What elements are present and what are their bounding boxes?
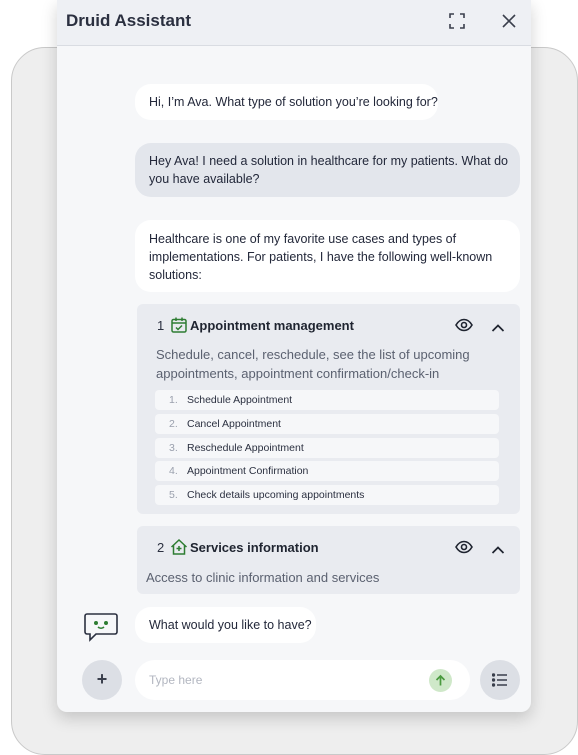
list-item-number: 5. — [169, 489, 178, 501]
list-item-label: Cancel Appointment — [187, 418, 281, 430]
list-item-label: Schedule Appointment — [187, 394, 293, 406]
list-item-number: 3. — [169, 442, 178, 454]
solution-description: Access to clinic information and service… — [146, 570, 380, 585]
solution-description: appointments, appointment confirmation/c… — [156, 366, 440, 381]
user-message: Hey Ava! I need a solution in healthcare… — [135, 143, 520, 197]
message-input[interactable] — [149, 670, 419, 690]
list-item[interactable]: 5. Check details upcoming appointments — [155, 485, 499, 505]
list-item-label: Appointment Confirmation — [187, 465, 309, 477]
eye-icon[interactable] — [455, 318, 473, 332]
message-line: Healthcare is one of my favorite use cas… — [149, 232, 457, 246]
list-item-label: Reschedule Appointment — [187, 442, 304, 454]
message-input-container — [135, 660, 470, 700]
message-line: implementations. For patients, I have th… — [149, 250, 493, 264]
add-attachment-button[interactable]: + — [82, 660, 122, 700]
bot-avatar-icon — [83, 611, 119, 643]
send-button[interactable] — [429, 669, 452, 692]
bot-message: What would you like to have? — [135, 607, 316, 643]
message-text: Hi, I’m Ava. What type of solution you’r… — [149, 95, 438, 109]
chevron-up-icon[interactable] — [491, 320, 505, 332]
chat-header: Druid Assistant — [57, 0, 531, 46]
bot-message: Hi, I’m Ava. What type of solution you’r… — [135, 84, 438, 120]
expand-icon[interactable] — [445, 9, 469, 33]
solution-description: Schedule, cancel, reschedule, see the li… — [156, 347, 470, 362]
plus-icon: + — [96, 669, 108, 689]
message-line: solutions: — [149, 268, 202, 282]
list-item[interactable]: 1. Schedule Appointment — [155, 390, 499, 410]
list-icon — [492, 673, 507, 687]
solution-card-appointment: 1 Appointment management Schedule, cance… — [137, 304, 520, 514]
chat-panel: Druid Assistant Hi, I’m Ava. What type o… — [57, 0, 531, 712]
list-item-number: 2. — [169, 418, 178, 430]
chat-title: Druid Assistant — [66, 11, 192, 30]
list-item[interactable]: 3. Reschedule Appointment — [155, 438, 499, 458]
chevron-up-icon[interactable] — [491, 542, 505, 554]
clinic-house-icon — [170, 538, 188, 556]
solution-title: Services information — [190, 540, 319, 555]
calendar-check-icon — [170, 316, 188, 334]
close-icon[interactable] — [497, 9, 521, 33]
message-line: Hey Ava! I need a solution in healthcare… — [149, 154, 509, 168]
list-item-number: 4. — [169, 465, 178, 477]
bot-message: Healthcare is one of my favorite use cas… — [135, 220, 520, 292]
solution-number: 1 — [157, 318, 165, 333]
list-item[interactable]: 2. Cancel Appointment — [155, 414, 499, 434]
solution-number: 2 — [157, 540, 165, 555]
list-item-label: Check details upcoming appointments — [187, 489, 365, 501]
solution-card-services: 2 Services information Access to clinic … — [137, 526, 520, 594]
menu-list-button[interactable] — [480, 660, 520, 700]
eye-icon[interactable] — [455, 540, 473, 554]
list-item-number: 1. — [169, 394, 178, 406]
solution-card-header[interactable]: 1 Appointment management — [137, 304, 520, 344]
solution-card-header[interactable]: 2 Services information — [137, 526, 520, 566]
message-line: you have available? — [149, 172, 260, 186]
arrow-up-icon — [435, 674, 446, 686]
message-text: What would you like to have? — [149, 618, 312, 632]
solution-title: Appointment management — [190, 318, 354, 333]
list-item[interactable]: 4. Appointment Confirmation — [155, 461, 499, 481]
